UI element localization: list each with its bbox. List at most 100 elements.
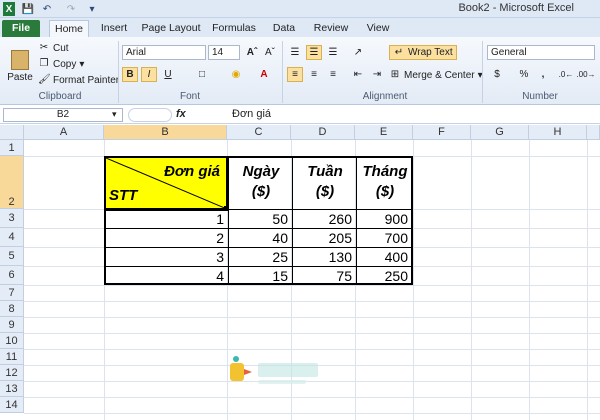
orientation-icon[interactable]: ↗ — [350, 45, 366, 60]
alignment-group-label: Alignment — [362, 91, 408, 102]
tab-formulas[interactable]: Formulas — [210, 20, 258, 37]
cell-stt[interactable]: 3 — [106, 249, 228, 265]
gridline — [24, 317, 600, 318]
font-name-select[interactable]: Arial — [122, 45, 206, 60]
tab-home[interactable]: Home — [49, 20, 89, 37]
cell-value[interactable]: 25 — [229, 249, 292, 265]
decrease-decimal-icon[interactable]: .00→ — [576, 67, 595, 82]
spreadsheet-grid[interactable]: A B C D E F G H 1 2 3 4 5 6 7 8 9 10 11 … — [0, 125, 600, 420]
row-header-4[interactable]: 4 — [0, 228, 24, 247]
fill-color-icon[interactable]: ◉ — [228, 67, 244, 82]
brush-icon: 🖌 — [38, 74, 51, 85]
row-header-12[interactable]: 12 — [0, 365, 24, 381]
column-header-b[interactable]: B — [104, 125, 227, 140]
cell-stt[interactable]: 2 — [106, 230, 228, 246]
formula-input[interactable]: Đơn giá — [232, 108, 271, 120]
align-top-icon[interactable]: ☰ — [287, 45, 303, 60]
decrease-indent-icon[interactable]: ⇤ — [350, 67, 366, 82]
underline-button[interactable]: U — [160, 67, 176, 82]
borders-icon[interactable]: □ — [194, 67, 210, 82]
cell-value[interactable]: 15 — [229, 268, 292, 284]
data-table: Đơn giá STT Ngày ($) Tuần ($) Tháng ($) 1 5… — [104, 156, 413, 285]
align-left-icon[interactable]: ≡ — [287, 67, 303, 82]
column-header-d[interactable]: D — [291, 125, 355, 140]
tab-page-layout[interactable]: Page Layout — [140, 20, 202, 37]
tab-data[interactable]: Data — [268, 20, 300, 37]
cell-value[interactable]: 260 — [293, 211, 356, 227]
cell-value[interactable]: 400 — [357, 249, 412, 265]
increase-indent-icon[interactable]: ⇥ — [369, 67, 385, 82]
window-title: Book2 - Microsoft Excel — [458, 2, 574, 14]
tab-insert[interactable]: Insert — [96, 20, 132, 37]
currency-button[interactable]: $ — [489, 67, 505, 82]
name-box[interactable]: B2 — [3, 108, 123, 122]
gridline — [24, 413, 600, 414]
cell-value[interactable]: 130 — [293, 249, 356, 265]
ribbon-tabs: File Home Insert Page Layout Formulas Da… — [0, 18, 600, 37]
watermark-logo — [230, 356, 318, 384]
align-middle-icon[interactable]: ☰ — [306, 45, 322, 60]
paste-button[interactable]: Paste — [6, 39, 34, 83]
format-painter-button[interactable]: 🖌 Format Painter — [38, 72, 119, 88]
shrink-font-icon[interactable]: Aˇ — [262, 45, 278, 60]
cell-stt[interactable]: 4 — [106, 268, 228, 284]
number-group-label: Number — [522, 91, 558, 102]
cell-value[interactable]: 205 — [293, 230, 356, 246]
cell-value[interactable]: 700 — [357, 230, 412, 246]
cell-value[interactable]: 40 — [229, 230, 292, 246]
row-header-5[interactable]: 5 — [0, 247, 24, 266]
table-border — [106, 228, 411, 229]
wrap-text-icon: ↵ — [394, 46, 404, 58]
align-bottom-icon[interactable]: ☰ — [325, 45, 341, 60]
tab-view[interactable]: View — [362, 20, 394, 37]
cell-b2-selected[interactable]: Đơn giá STT — [104, 156, 229, 211]
cell-value[interactable]: 250 — [357, 268, 412, 284]
row-header-14[interactable]: 14 — [0, 397, 24, 413]
align-right-icon[interactable]: ≡ — [325, 67, 341, 82]
italic-button[interactable]: I — [141, 67, 157, 82]
row-header-6[interactable]: 6 — [0, 266, 24, 285]
column-header-c[interactable]: C — [227, 125, 291, 140]
select-all-corner[interactable] — [0, 125, 24, 140]
grow-font-icon[interactable]: Aˆ — [244, 45, 260, 60]
row-header-7[interactable]: 7 — [0, 285, 24, 301]
column-header-a[interactable]: A — [24, 125, 104, 140]
font-color-icon[interactable]: A — [256, 67, 272, 82]
wrap-text-button[interactable]: ↵ Wrap Text — [389, 45, 457, 60]
percent-button[interactable]: % — [516, 67, 532, 82]
number-format-select[interactable]: General — [487, 45, 595, 60]
row-header-11[interactable]: 11 — [0, 349, 24, 365]
copy-button[interactable]: ❐ Copy ▾ — [38, 56, 85, 72]
font-size-select[interactable]: 14 — [208, 45, 240, 60]
cell-value[interactable]: 50 — [229, 211, 292, 227]
column-header-e[interactable]: E — [355, 125, 413, 140]
align-center-icon[interactable]: ≡ — [306, 67, 322, 82]
row-header-1[interactable]: 1 — [0, 140, 24, 156]
merge-icon: ⊞ — [390, 69, 400, 80]
tab-file[interactable]: File — [2, 20, 40, 37]
comma-button[interactable]: , — [535, 67, 551, 82]
column-header-f[interactable]: F — [413, 125, 471, 140]
cut-button[interactable]: ✂ Cut — [38, 40, 69, 56]
merge-center-button[interactable]: ⊞ Merge & Center ▾ — [389, 67, 483, 83]
table-border — [106, 247, 411, 248]
column-header-g[interactable]: G — [471, 125, 529, 140]
cell-value[interactable]: 900 — [357, 211, 412, 227]
divider — [118, 41, 119, 103]
chevron-down-icon[interactable]: ▾ — [112, 109, 117, 120]
row-header-3[interactable]: 3 — [0, 209, 24, 228]
font-group-label: Font — [179, 91, 200, 102]
row-header-2[interactable]: 2 — [0, 156, 24, 209]
cell-value[interactable]: 75 — [293, 268, 356, 284]
fx-icon[interactable]: fx — [176, 108, 186, 120]
bold-button[interactable]: B — [122, 67, 138, 82]
row-header-13[interactable]: 13 — [0, 381, 24, 397]
row-header-9[interactable]: 9 — [0, 317, 24, 333]
tab-review[interactable]: Review — [310, 20, 352, 37]
increase-decimal-icon[interactable]: .0← — [558, 67, 574, 82]
ribbon: Paste ✂ Cut ❐ Copy ▾ 🖌 Format Painter Clipbo… — [0, 37, 600, 105]
row-header-10[interactable]: 10 — [0, 333, 24, 349]
cell-stt[interactable]: 1 — [106, 211, 228, 227]
column-header-h[interactable]: H — [529, 125, 587, 140]
row-header-8[interactable]: 8 — [0, 301, 24, 317]
